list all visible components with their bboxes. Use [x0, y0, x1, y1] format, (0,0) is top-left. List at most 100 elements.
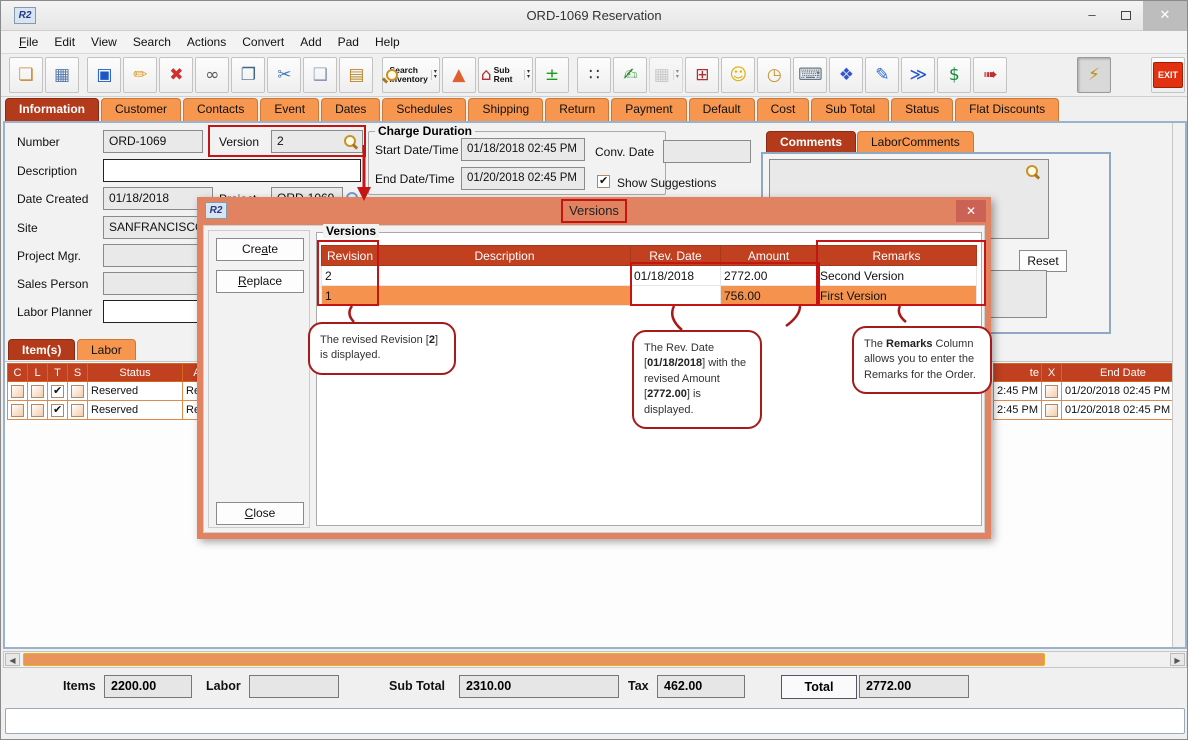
description-field[interactable] — [103, 159, 361, 182]
copy-button[interactable]: ❑ — [303, 57, 337, 93]
exit-button[interactable]: EXIT — [1151, 57, 1185, 93]
checkbox-c[interactable] — [11, 385, 24, 398]
create-button[interactable]: Create — [216, 238, 304, 261]
checkbox-t[interactable] — [51, 385, 64, 398]
menu-edit[interactable]: Edit — [46, 33, 83, 51]
tab-default[interactable]: Default — [689, 98, 755, 121]
money-transfer-button[interactable]: ≫ — [901, 57, 935, 93]
tab-dates[interactable]: Dates — [321, 98, 380, 121]
cut-button[interactable]: ✂ — [267, 57, 301, 93]
labor-total-field — [249, 675, 339, 698]
tab-items[interactable]: Item(s) — [8, 339, 75, 360]
menu-search[interactable]: Search — [125, 33, 179, 51]
close-dialog-button[interactable]: Close — [216, 502, 304, 525]
write-pad-button[interactable]: ✎ — [865, 57, 899, 93]
tab-return[interactable]: Return — [545, 98, 609, 121]
replace-button[interactable]: Replace — [216, 270, 304, 293]
checkbox-c[interactable] — [11, 404, 24, 417]
scrollbar-thumb[interactable] — [23, 653, 1045, 666]
horizontal-scrollbar[interactable]: ◀ ▶ — [3, 651, 1187, 668]
menu-file[interactable]: File — [11, 33, 46, 51]
tab-comments[interactable]: Comments — [766, 131, 856, 152]
keyboard-button[interactable]: ⌨ — [793, 57, 827, 93]
truck-icon: ➠ — [983, 67, 997, 84]
tab-cost[interactable]: Cost — [757, 98, 810, 121]
tab-labor[interactable]: Labor — [77, 339, 136, 360]
print-button[interactable]: ▦ — [45, 57, 79, 93]
tab-contacts[interactable]: Contacts — [183, 98, 258, 121]
org-chart-icon: ⊞ — [695, 67, 709, 84]
tab-payment[interactable]: Payment — [611, 98, 686, 121]
smiley-button[interactable]: ☺ — [721, 57, 755, 93]
money-transfer-icon: ≫ — [909, 67, 927, 84]
version-row[interactable]: 2 01/18/2018 2772.00 Second Version — [322, 266, 977, 286]
add-remove-button[interactable]: ± — [535, 57, 569, 93]
checkbox-s[interactable] — [71, 385, 84, 398]
tab-labor-comments[interactable]: LaborComments — [857, 131, 974, 152]
version-row-selected[interactable]: 1 756.00 First Version — [322, 286, 977, 306]
tab-shipping[interactable]: Shipping — [468, 98, 543, 121]
menu-actions[interactable]: Actions — [179, 33, 234, 51]
save-button[interactable]: ▣ — [87, 57, 121, 93]
version-search-icon[interactable] — [343, 134, 358, 149]
new-order-icon: ❏ — [18, 67, 33, 84]
tab-customer[interactable]: Customer — [101, 98, 181, 121]
delete-button[interactable]: ✖ — [159, 57, 193, 93]
truck-button[interactable]: ➠ — [973, 57, 1007, 93]
new-order-button[interactable]: ❏ — [9, 57, 43, 93]
date-row[interactable]: 2:45 PM 01/20/2018 02:45 PM — [994, 401, 1185, 420]
notes-button[interactable]: ✍ — [613, 57, 647, 93]
close-button[interactable]: ✕ — [1143, 1, 1187, 31]
tab-schedules[interactable]: Schedules — [382, 98, 466, 121]
query-contacts-button[interactable]: ∷ — [577, 57, 611, 93]
checkbox-x[interactable] — [1045, 404, 1058, 417]
comments-search-icon[interactable] — [1025, 164, 1040, 179]
show-suggestions-checkbox[interactable] — [597, 175, 610, 188]
menu-help[interactable]: Help — [367, 33, 408, 51]
date-row[interactable]: 2:45 PM 01/20/2018 02:45 PM — [994, 382, 1185, 401]
search-inventory-dropdown-icon[interactable]: ▾▾ — [431, 70, 437, 81]
sub-rent-button[interactable]: ⌂Sub Rent▾▾ — [478, 57, 533, 93]
dialog-close-button[interactable]: ✕ — [956, 200, 986, 222]
vertical-scrollbar[interactable] — [1172, 123, 1185, 647]
end-datetime-label: End Date/Time — [375, 172, 455, 186]
minimize-button[interactable]: – — [1075, 1, 1109, 31]
maximize-button[interactable] — [1109, 1, 1143, 31]
col-revision: Revision — [322, 246, 379, 266]
checkbox-x[interactable] — [1045, 385, 1058, 398]
menu-pad[interactable]: Pad — [330, 33, 367, 51]
tab-flat-discounts[interactable]: Flat Discounts — [955, 98, 1059, 121]
checkbox-l[interactable] — [31, 404, 44, 417]
scroll-left-arrow[interactable]: ◀ — [5, 653, 20, 666]
versions-group-label: Versions — [323, 224, 379, 238]
sub-rent-dropdown-icon[interactable]: ▾▾ — [524, 70, 530, 81]
checkbox-s[interactable] — [71, 404, 84, 417]
edit-button[interactable]: ✏ — [123, 57, 157, 93]
folder-clock-button[interactable]: ◷ — [757, 57, 791, 93]
rev-date-cell — [631, 286, 721, 306]
quick-actions-button[interactable]: ⚡ — [1077, 57, 1111, 93]
scroll-right-arrow[interactable]: ▶ — [1170, 653, 1185, 666]
menu-convert[interactable]: Convert — [234, 33, 292, 51]
money-notes-button[interactable]: $ — [937, 57, 971, 93]
shapes-button[interactable]: ▲ — [442, 57, 476, 93]
tab-event[interactable]: Event — [260, 98, 319, 121]
tab-sub-total[interactable]: Sub Total — [811, 98, 889, 121]
paste-button[interactable]: ▤ — [339, 57, 373, 93]
tab-status[interactable]: Status — [891, 98, 953, 121]
org-chart-button[interactable]: ⊞ — [685, 57, 719, 93]
calendar-dropdown-icon[interactable]: ▾▾ — [673, 70, 679, 81]
reset-button[interactable]: Reset — [1019, 250, 1067, 272]
search-inventory-button[interactable]: Search Inventory▾▾ — [382, 57, 440, 93]
menu-view[interactable]: View — [83, 33, 125, 51]
col-remarks: Remarks — [817, 246, 977, 266]
menu-add[interactable]: Add — [292, 33, 329, 51]
checkbox-t[interactable] — [51, 404, 64, 417]
checkbox-l[interactable] — [31, 385, 44, 398]
cubes-button[interactable]: ❖ — [829, 57, 863, 93]
quick-actions-icon: ⚡ — [1088, 67, 1100, 84]
versions-table: Revision Description Rev. Date Amount Re… — [321, 245, 977, 306]
paste-special-button[interactable]: ❐ — [231, 57, 265, 93]
find-button[interactable]: ∞ — [195, 57, 229, 93]
tab-information[interactable]: Information — [5, 98, 99, 121]
